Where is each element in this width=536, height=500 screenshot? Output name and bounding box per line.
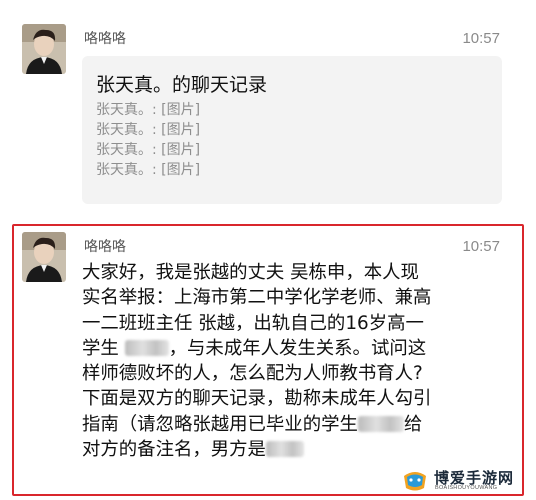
gamepad-logo-icon bbox=[404, 472, 426, 491]
message-line: 一二班班主任 张越，出轨自己的16岁高一 bbox=[82, 312, 424, 334]
sender-name: 咯咯咯 bbox=[84, 31, 126, 47]
redacted-name bbox=[357, 415, 404, 432]
redacted-name bbox=[265, 441, 304, 458]
chat-message-1: 咯咯咯 10:57 张天真。的聊天记录 张天真。: [图片] 张天真。: [图片… bbox=[0, 20, 536, 205]
avatar[interactable] bbox=[22, 24, 66, 74]
avatar[interactable] bbox=[22, 232, 66, 282]
message-line: 样师德败坏的人，怎么配为人师教书育人? bbox=[82, 363, 423, 385]
record-line: 张天真。: [图片] bbox=[96, 142, 201, 158]
message-time: 10:57 bbox=[462, 238, 500, 255]
chat-screen: 咯咯咯 10:57 张天真。的聊天记录 张天真。: [图片] 张天真。: [图片… bbox=[0, 0, 536, 500]
message-text: 给 bbox=[403, 413, 423, 435]
chat-record-card[interactable]: 张天真。的聊天记录 张天真。: [图片] 张天真。: [图片] 张天真。: [图… bbox=[82, 56, 502, 204]
message-line: 下面是双方的聊天记录，勘称未成年人勾引 bbox=[82, 388, 432, 410]
message-body[interactable]: 大家好，我是张越的丈夫 吴栋申，本人现 实名举报：上海市第二中学化学老师、兼高 … bbox=[82, 260, 514, 462]
chat-record-preview: 张天真。: [图片] 张天真。: [图片] 张天真。: [图片] 张天真。: [… bbox=[96, 100, 200, 180]
message-line: 实名举报：上海市第二中学化学老师、兼高 bbox=[82, 287, 432, 309]
record-line: 张天真。: [图片] bbox=[96, 162, 201, 178]
message-text: 学生 bbox=[82, 337, 125, 359]
watermark-subtitle: BOAISHOUYOUWANG bbox=[435, 485, 498, 491]
redacted-name bbox=[124, 339, 169, 356]
record-line: 张天真。: [图片] bbox=[96, 122, 201, 138]
message-text: 对方的备注名，男方是 bbox=[82, 439, 266, 461]
record-line: 张天真。: [图片] bbox=[96, 102, 201, 118]
sender-name: 咯咯咯 bbox=[84, 239, 126, 255]
message-line: 学生 ，与未成年人发生关系。试问这 bbox=[82, 336, 514, 361]
chat-record-title: 张天真。的聊天记录 bbox=[96, 74, 268, 96]
message-line: 大家好，我是张越的丈夫 吴栋申，本人现 bbox=[82, 262, 419, 283]
message-text: 指南（请忽略张越用已毕业的学生 bbox=[82, 413, 358, 435]
site-watermark: 博爱手游网 BOAISHOUYOUWANG bbox=[400, 464, 530, 496]
chat-message-2-highlighted: 咯咯咯 10:57 大家好，我是张越的丈夫 吴栋申，本人现 实名举报：上海市第二… bbox=[12, 224, 524, 496]
message-line: 对方的备注名，男方是 bbox=[82, 437, 514, 462]
message-line: 指南（请忽略张越用已毕业的学生 给 bbox=[82, 412, 514, 437]
message-text: ，与未成年人发生关系。试问这 bbox=[168, 337, 427, 359]
message-time: 10:57 bbox=[462, 30, 500, 47]
